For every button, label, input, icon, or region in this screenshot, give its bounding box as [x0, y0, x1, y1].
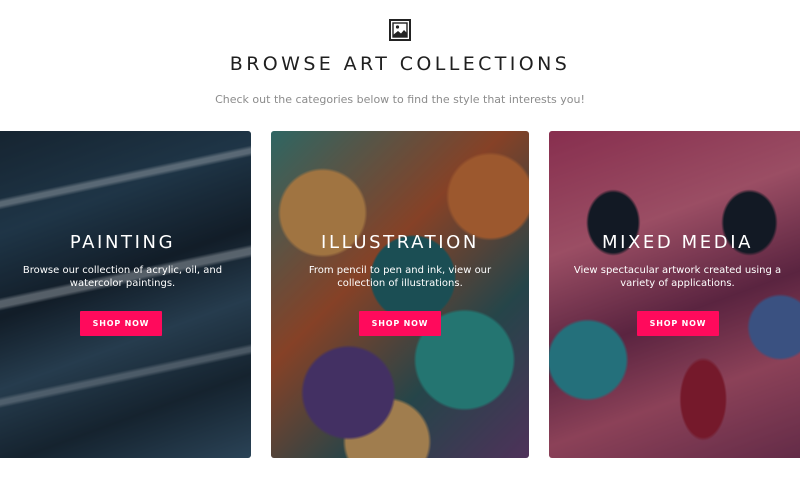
shop-now-button-illustration[interactable]: SHOP NOW: [359, 311, 441, 336]
page-subtitle: Check out the categories below to find t…: [215, 93, 585, 106]
card-image-overlay: [271, 131, 529, 458]
shop-now-button-painting[interactable]: SHOP NOW: [80, 311, 162, 336]
page-title: BROWSE ART COLLECTIONS: [229, 53, 571, 75]
card-title: MIXED MEDIA: [601, 232, 754, 253]
collection-card-painting[interactable]: PAINTING Browse our collection of acryli…: [0, 131, 251, 458]
card-image-overlay: [549, 131, 800, 458]
card-description: Browse our collection of acrylic, oil, a…: [22, 265, 223, 289]
collection-card-mixed-media[interactable]: MIXED MEDIA View spectacular artwork cre…: [549, 131, 800, 458]
collection-card-illustration[interactable]: ILLUSTRATION From pencil to pen and ink,…: [271, 131, 529, 458]
card-description: From pencil to pen and ink, view our col…: [308, 265, 492, 289]
image-icon: [389, 19, 411, 41]
card-title: PAINTING: [69, 232, 176, 253]
card-image-overlay: [0, 131, 251, 458]
card-description: View spectacular artwork created using a…: [573, 265, 782, 289]
shop-now-button-mixed-media[interactable]: SHOP NOW: [637, 311, 719, 336]
card-title: ILLUSTRATION: [321, 232, 479, 253]
